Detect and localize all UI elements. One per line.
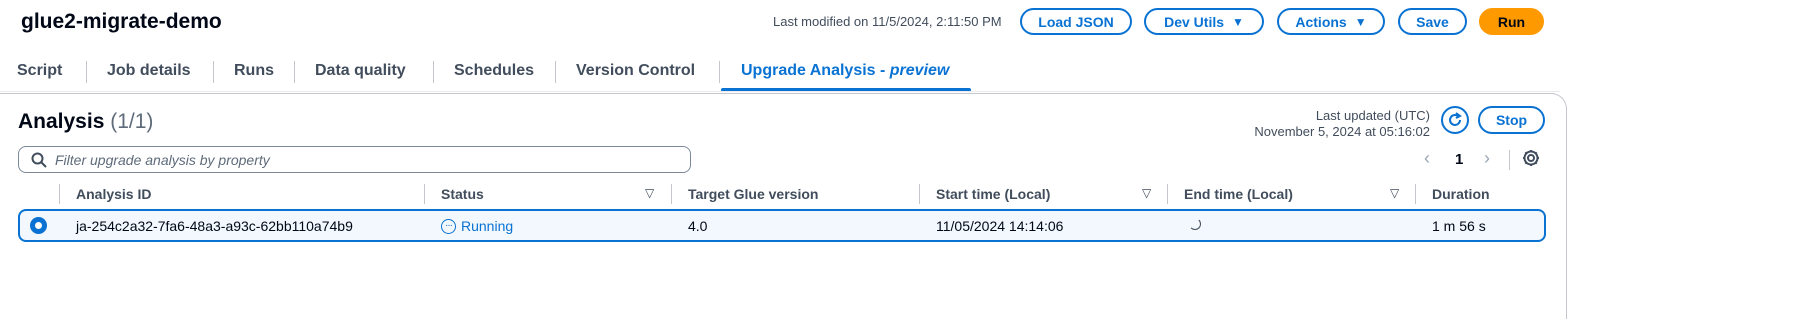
start-time-cell: 11/05/2024 14:14:06	[936, 218, 1064, 234]
column-header-start-time[interactable]: Start time (Local)	[936, 186, 1050, 202]
tab-divider	[294, 61, 295, 83]
caret-down-icon: ▼	[1232, 14, 1244, 29]
tab-divider	[433, 61, 434, 83]
column-header-duration[interactable]: Duration	[1432, 186, 1490, 202]
analysis-id-cell: ja-254c2a32-7fa6-48a3-a93c-62bb110a74b9	[76, 218, 353, 234]
run-label: Run	[1497, 13, 1526, 30]
row-select-radio[interactable]	[30, 217, 47, 234]
tab-divider	[719, 61, 720, 83]
chevron-right-icon[interactable]: ›	[1484, 148, 1490, 169]
save-label: Save	[1416, 13, 1449, 30]
tab-runs[interactable]: Runs	[234, 62, 274, 80]
gear-icon	[1523, 150, 1539, 166]
column-divider	[1167, 184, 1168, 204]
sort-icon[interactable]: ▽	[1142, 186, 1151, 200]
column-header-end-time[interactable]: End time (Local)	[1184, 186, 1293, 202]
column-header-status[interactable]: Status	[441, 186, 484, 202]
tab-divider	[555, 61, 556, 83]
job-title: glue2-migrate-demo	[21, 10, 222, 33]
target-glue-version-cell: 4.0	[688, 218, 708, 234]
analysis-count: (1/1)	[110, 110, 154, 133]
column-divider	[1415, 184, 1416, 204]
status-cell: ··· Running	[441, 218, 513, 234]
tab-divider	[213, 61, 214, 83]
dev-utils-label: Dev Utils	[1164, 13, 1225, 30]
actions-button[interactable]: Actions ▼	[1277, 8, 1385, 35]
last-updated: Last updated (UTC) November 5, 2024 at 0…	[1254, 108, 1430, 140]
pagination-divider	[1509, 150, 1510, 170]
status-text: Running	[461, 218, 514, 234]
tab-upgrade-analysis[interactable]: Upgrade Analysis - preview	[741, 62, 949, 80]
load-json-label: Load JSON	[1038, 13, 1114, 30]
duration-cell: 1 m 56 s	[1432, 218, 1486, 234]
column-header-target-glue-version[interactable]: Target Glue version	[688, 186, 818, 202]
column-header-analysis-id[interactable]: Analysis ID	[76, 186, 151, 202]
column-divider	[919, 184, 920, 204]
tab-version-control[interactable]: Version Control	[576, 62, 695, 80]
page-number[interactable]: 1	[1455, 151, 1463, 168]
last-updated-label: Last updated (UTC)	[1315, 108, 1430, 123]
load-json-button[interactable]: Load JSON	[1020, 8, 1132, 35]
search-icon	[31, 152, 47, 168]
chevron-left-icon[interactable]: ‹	[1424, 148, 1430, 169]
stop-button[interactable]: Stop	[1478, 106, 1545, 134]
tab-upgrade-analysis-label: Upgrade Analysis -	[741, 62, 890, 79]
tab-schedules[interactable]: Schedules	[454, 62, 534, 80]
filter-box[interactable]	[18, 146, 691, 173]
analysis-title: Analysis	[18, 110, 105, 133]
tab-job-details[interactable]: Job details	[107, 62, 191, 80]
preview-label: preview	[889, 62, 950, 79]
settings-button[interactable]	[1521, 148, 1541, 173]
tabs-divider-line	[0, 91, 1560, 92]
tab-divider	[86, 61, 87, 83]
run-button[interactable]: Run	[1479, 8, 1544, 35]
stop-label: Stop	[1495, 112, 1528, 128]
save-button[interactable]: Save	[1398, 8, 1467, 35]
header: glue2-migrate-demo Last modified on 11/5…	[0, 0, 1809, 44]
actions-label: Actions	[1295, 13, 1347, 30]
refresh-icon	[1449, 112, 1462, 126]
refresh-button[interactable]	[1441, 106, 1469, 134]
in-progress-icon: ···	[441, 218, 456, 234]
sort-icon[interactable]: ▽	[1390, 186, 1399, 200]
loading-spinner-icon	[1189, 218, 1201, 230]
analysis-heading: Analysis (1/1)	[18, 110, 153, 134]
last-updated-value: November 5, 2024 at 05:16:02	[1254, 124, 1430, 139]
sort-icon[interactable]: ▽	[645, 186, 654, 200]
last-modified-text: Last modified on 11/5/2024, 2:11:50 PM	[773, 14, 1002, 29]
column-divider	[424, 184, 425, 204]
tab-bar: Script Job details Runs Data quality Sch…	[0, 56, 1809, 92]
dev-utils-button[interactable]: Dev Utils ▼	[1144, 8, 1264, 35]
column-divider	[59, 184, 60, 204]
column-divider	[671, 184, 672, 204]
tab-data-quality[interactable]: Data quality	[315, 62, 406, 80]
caret-down-icon: ▼	[1354, 14, 1367, 29]
tab-script[interactable]: Script	[17, 62, 62, 80]
filter-input[interactable]	[55, 151, 655, 168]
